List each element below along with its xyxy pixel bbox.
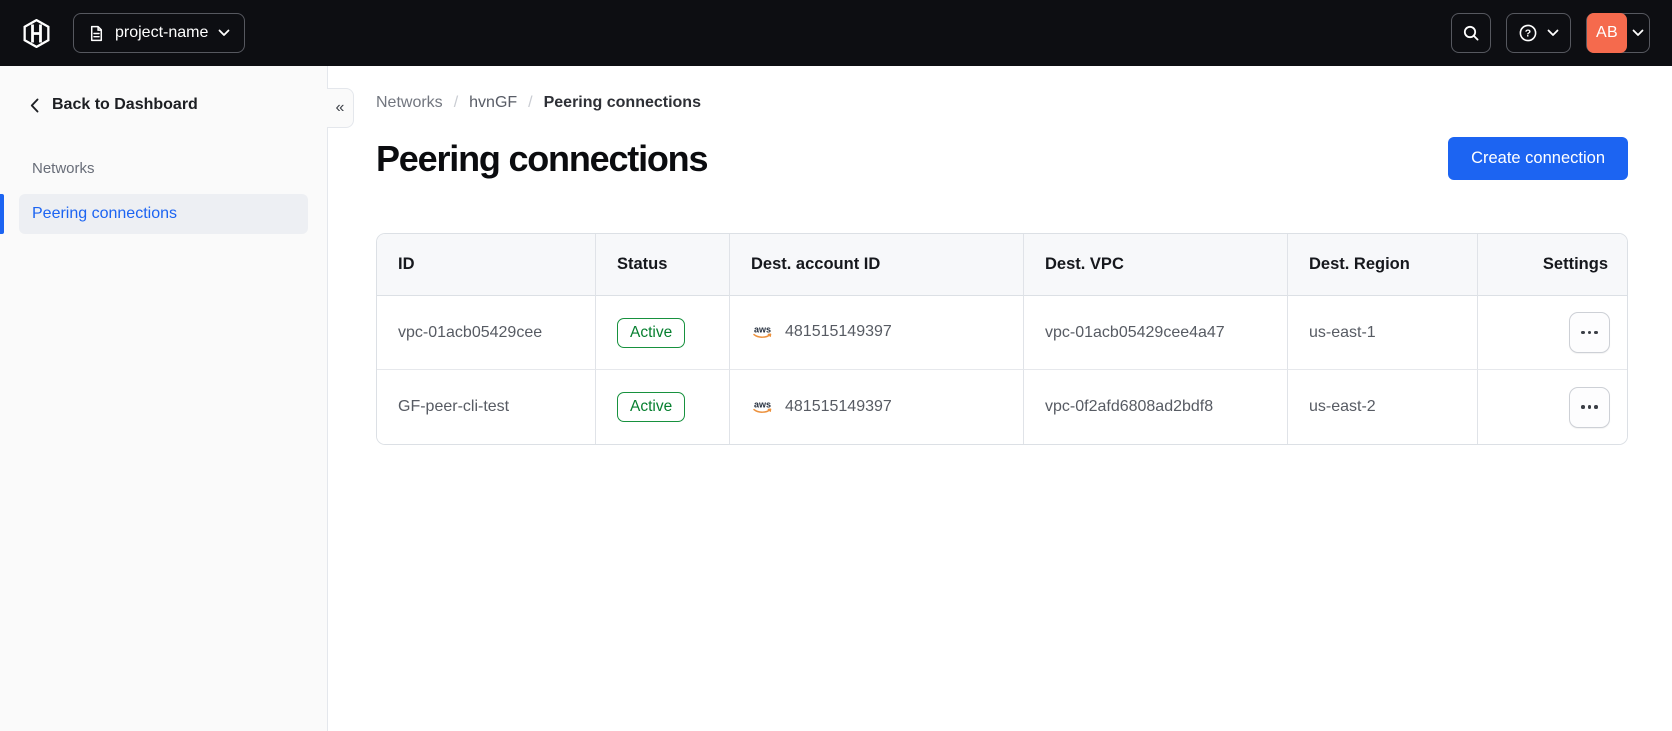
svg-text:?: ?: [1525, 28, 1531, 40]
column-header-dest-vpc: Dest. VPC: [1023, 234, 1287, 296]
back-to-dashboard-label: Back to Dashboard: [52, 96, 198, 113]
help-menu-button[interactable]: ?: [1506, 13, 1571, 53]
cell-dest-region: us-east-1: [1287, 296, 1477, 370]
row-settings-button[interactable]: [1569, 312, 1610, 353]
chevron-down-icon: [218, 29, 230, 37]
column-header-dest-account-id: Dest. account ID: [729, 234, 1023, 296]
cell-dest-account-id-value: 481515149397: [785, 397, 892, 415]
svg-text:aws: aws: [754, 399, 771, 409]
create-connection-button[interactable]: Create connection: [1448, 137, 1628, 180]
cell-dest-account-id-value: 481515149397: [785, 323, 892, 341]
hashicorp-logo-icon: [23, 18, 50, 48]
project-name-label: project-name: [115, 24, 209, 41]
chevron-down-icon: [1547, 29, 1559, 37]
status-badge: Active: [617, 317, 686, 348]
cell-id: GF-peer-cli-test: [377, 370, 595, 444]
row-settings-button[interactable]: [1569, 386, 1610, 428]
cell-status: Active: [595, 296, 729, 370]
sidebar-section-label-networks: Networks: [32, 160, 95, 177]
document-icon: [88, 25, 105, 42]
cell-settings: [1477, 370, 1627, 444]
breadcrumb-separator: /: [528, 94, 533, 111]
project-switcher-button[interactable]: project-name: [73, 13, 246, 53]
sidebar-collapse-button[interactable]: «: [327, 88, 354, 128]
table-row: GF-peer-cli-test Active aws 481515149397…: [377, 370, 1627, 444]
search-icon: [1462, 24, 1480, 42]
active-indicator: [0, 194, 4, 234]
cell-dest-account-id: aws 481515149397: [729, 296, 1023, 370]
breadcrumb-item-networks[interactable]: Networks: [376, 94, 443, 112]
back-to-dashboard-link[interactable]: Back to Dashboard: [30, 96, 198, 114]
cell-dest-account-id: aws 481515149397: [729, 370, 1023, 444]
table-row: vpc-01acb05429cee Active aws 48151514939…: [377, 296, 1627, 370]
user-menu-button[interactable]: AB: [1586, 13, 1650, 53]
topbar: project-name ? AB: [0, 0, 1672, 66]
column-header-settings: Settings: [1477, 234, 1627, 296]
column-header-dest-region: Dest. Region: [1287, 234, 1477, 296]
hashicorp-logo[interactable]: [22, 18, 51, 48]
breadcrumb-separator: /: [453, 94, 459, 111]
ellipsis-icon: [1581, 405, 1598, 409]
collapse-icon: «: [335, 99, 345, 116]
chevron-left-icon: [30, 98, 39, 113]
breadcrumb: Networks / hvnGF / Peering connections: [376, 94, 1628, 112]
breadcrumb-item-hvn[interactable]: hvnGF: [469, 94, 517, 112]
status-badge: Active: [617, 392, 686, 422]
cell-id: vpc-01acb05429cee: [377, 296, 595, 370]
cell-dest-vpc: vpc-0f2afd6808ad2bdf8: [1023, 370, 1287, 444]
table-header-row: ID Status Dest. account ID Dest. VPC Des…: [377, 234, 1627, 296]
cell-status: Active: [595, 370, 729, 444]
sidebar-item-label: Peering connections: [32, 205, 177, 222]
main-content: Networks / hvnGF / Peering connections P…: [328, 66, 1672, 731]
column-header-status: Status: [595, 234, 729, 296]
ellipsis-icon: [1581, 330, 1598, 335]
aws-icon: aws: [751, 399, 774, 415]
cell-settings: [1477, 296, 1627, 370]
peering-connections-table: ID Status Dest. account ID Dest. VPC Des…: [376, 233, 1628, 445]
cell-dest-vpc: vpc-01acb05429cee4a47: [1023, 296, 1287, 370]
page-title: Peering connections: [376, 137, 708, 179]
svg-text:aws: aws: [754, 325, 771, 335]
help-icon: ?: [1518, 23, 1538, 43]
sidebar: Back to Dashboard Networks Peering conne…: [0, 66, 328, 731]
avatar: AB: [1587, 13, 1627, 53]
chevron-down-icon: [1627, 29, 1649, 37]
breadcrumb-item-current: Peering connections: [543, 94, 701, 111]
aws-icon: aws: [751, 324, 774, 340]
search-button[interactable]: [1451, 13, 1491, 53]
cell-dest-region: us-east-2: [1287, 370, 1477, 444]
sidebar-item-peering-connections[interactable]: Peering connections: [0, 194, 327, 234]
column-header-id: ID: [377, 234, 595, 296]
